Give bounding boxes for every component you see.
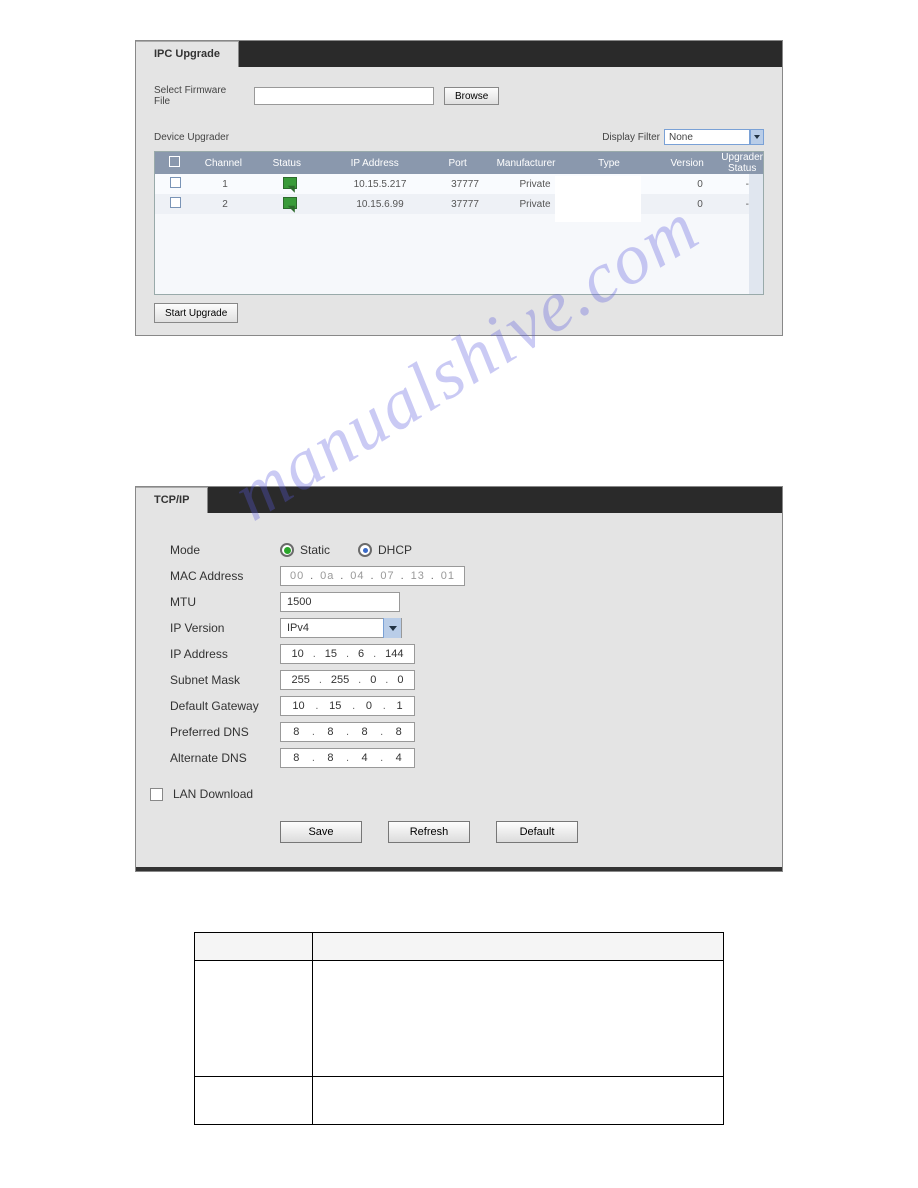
doc-parameter-table	[194, 932, 724, 1125]
mtu-input[interactable]: 1500	[280, 592, 400, 612]
ipversion-label: IP Version	[170, 621, 280, 635]
lan-download-label: LAN Download	[173, 787, 253, 801]
ipc-upgrade-panel: IPC Upgrade Select Firmware File Browse …	[135, 40, 783, 336]
preferred-dns-input[interactable]: 8. 8. 8. 8	[280, 722, 415, 742]
col-status: Status	[253, 158, 321, 169]
radio-dhcp[interactable]: DHCP	[358, 543, 412, 557]
tab-bar: IPC Upgrade	[136, 41, 782, 67]
device-table: Channel Status IP Address Port Manufactu…	[154, 151, 764, 295]
radio-dot-icon	[358, 543, 372, 557]
tcpip-panel: TCP/IP Mode Static DHCP MAC Address 00. …	[135, 486, 783, 872]
tab-bar: TCP/IP	[136, 487, 782, 513]
chevron-down-icon	[383, 618, 401, 638]
cell-ip: 10.15.6.99	[325, 199, 435, 210]
gateway-label: Default Gateway	[170, 699, 280, 713]
subnet-label: Subnet Mask	[170, 673, 280, 687]
ipaddress-label: IP Address	[170, 647, 280, 661]
gateway-input[interactable]: 10. 15. 0. 1	[280, 696, 415, 716]
display-filter-select[interactable]: None	[664, 129, 750, 145]
ip-address-input[interactable]: 10. 15. 6. 144	[280, 644, 415, 664]
radio-dot-icon	[280, 543, 294, 557]
col-type: Type	[565, 158, 653, 169]
alternate-dns-input[interactable]: 8. 8. 4. 4	[280, 748, 415, 768]
firmware-file-input[interactable]	[254, 87, 434, 105]
chevron-down-icon[interactable]	[750, 129, 764, 145]
mtu-label: MTU	[170, 595, 280, 609]
default-button[interactable]: Default	[496, 821, 578, 843]
radio-static-label: Static	[300, 543, 330, 557]
mac-address-field: 00. 0a. 04. 07. 13. 01	[280, 566, 465, 586]
col-version: Version	[653, 158, 721, 169]
cell-ip: 10.15.5.217	[325, 179, 435, 190]
cell-port: 37777	[435, 199, 495, 210]
mode-label: Mode	[170, 543, 280, 557]
adns-label: Alternate DNS	[170, 751, 280, 765]
row-checkbox[interactable]	[170, 177, 181, 188]
tab-ipc-upgrade[interactable]: IPC Upgrade	[136, 41, 239, 67]
start-upgrade-button[interactable]: Start Upgrade	[154, 303, 238, 323]
cell-channel: 2	[195, 199, 255, 210]
save-button[interactable]: Save	[280, 821, 362, 843]
browse-button[interactable]: Browse	[444, 87, 499, 105]
subnet-mask-input[interactable]: 255. 255. 0. 0	[280, 670, 415, 690]
col-port: Port	[428, 158, 487, 169]
table-row[interactable]: 2 10.15.6.99 37777 Private 0 --	[155, 194, 763, 214]
mac-label: MAC Address	[170, 569, 280, 583]
status-online-icon	[283, 197, 297, 209]
scrollbar[interactable]	[749, 174, 763, 294]
display-filter-label: Display Filter	[602, 132, 660, 143]
col-channel: Channel	[194, 158, 253, 169]
col-manufacturer: Manufacturer	[487, 158, 565, 169]
select-firmware-label: Select Firmware File	[154, 85, 244, 107]
cell-version: 0	[665, 199, 735, 210]
cell-channel: 1	[195, 179, 255, 190]
cell-version: 0	[665, 179, 735, 190]
table-header: Channel Status IP Address Port Manufactu…	[155, 152, 763, 174]
radio-static[interactable]: Static	[280, 543, 330, 557]
status-online-icon	[283, 177, 297, 189]
refresh-button[interactable]: Refresh	[388, 821, 470, 843]
table-row[interactable]: 1 10.15.5.217 37777 Private 0 --	[155, 174, 763, 194]
type-mask	[555, 176, 641, 222]
pdns-label: Preferred DNS	[170, 725, 280, 739]
col-upgrader-status: Upgrader Status	[721, 152, 763, 174]
lan-download-checkbox[interactable]	[150, 788, 163, 801]
cell-port: 37777	[435, 179, 495, 190]
tab-tcpip[interactable]: TCP/IP	[136, 487, 208, 513]
radio-dhcp-label: DHCP	[378, 543, 412, 557]
col-ip: IP Address	[321, 158, 428, 169]
ip-version-select[interactable]: IPv4	[280, 618, 402, 638]
row-checkbox[interactable]	[170, 197, 181, 208]
device-upgrader-label: Device Upgrader	[154, 132, 229, 143]
select-all-checkbox[interactable]	[169, 156, 180, 167]
